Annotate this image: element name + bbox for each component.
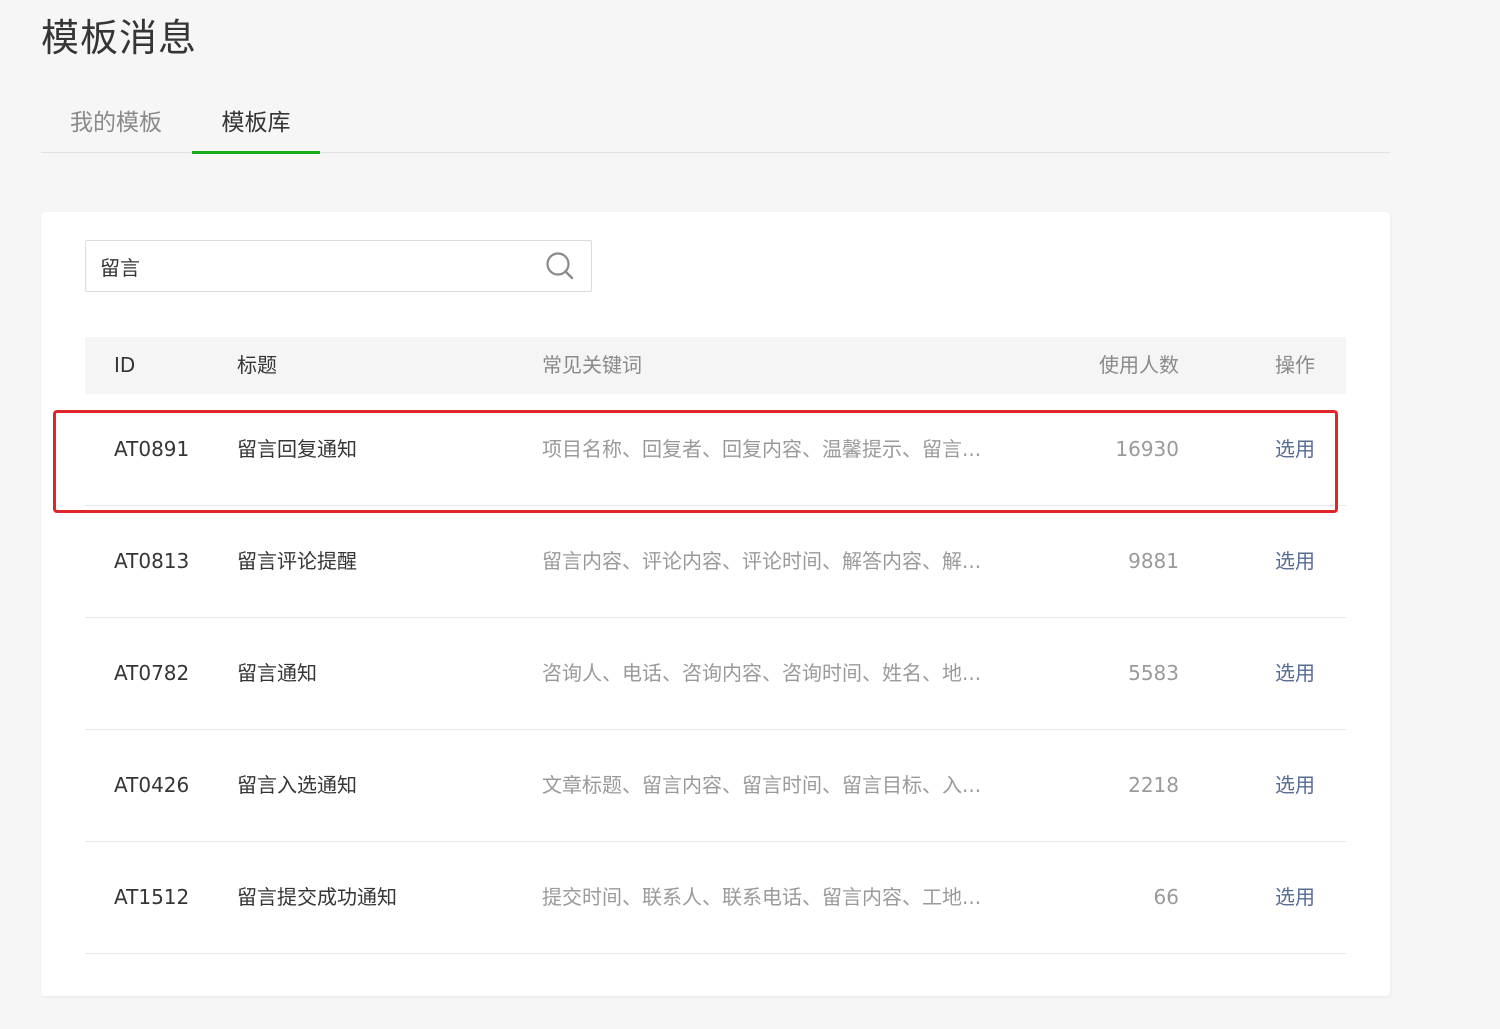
- table-header: ID 标题 常见关键词 使用人数 操作: [85, 337, 1346, 394]
- header-usage: 使用人数: [1099, 353, 1179, 377]
- table-row: AT1512 留言提交成功通知 提交时间、联系人、联系电话、留言内容、工地...…: [85, 842, 1346, 954]
- row-usage: 9881: [1128, 549, 1179, 573]
- template-library-card: ID 标题 常见关键词 使用人数 操作 AT0891 留言回复通知 项目名称、回…: [41, 212, 1390, 996]
- row-usage: 16930: [1115, 437, 1179, 461]
- row-title: 留言通知: [237, 661, 317, 685]
- page: 模板消息 我的模板 模板库 ID 标题 常见关键词 使用人数 操作 AT0891…: [0, 0, 1500, 1029]
- table-row: AT0782 留言通知 咨询人、电话、咨询内容、咨询时间、姓名、地... 558…: [85, 618, 1346, 730]
- header-title: 标题: [237, 353, 277, 377]
- row-title: 留言入选通知: [237, 773, 357, 797]
- row-usage: 2218: [1128, 773, 1179, 797]
- table-row: AT0813 留言评论提醒 留言内容、评论内容、评论时间、解答内容、解... 9…: [85, 506, 1346, 618]
- row-id: AT0426: [114, 773, 190, 797]
- row-keywords: 咨询人、电话、咨询内容、咨询时间、姓名、地...: [542, 661, 982, 685]
- search-input[interactable]: [100, 241, 530, 291]
- select-link[interactable]: 选用: [1275, 618, 1315, 729]
- select-link[interactable]: 选用: [1275, 506, 1315, 617]
- tab-bar: 我的模板 模板库: [41, 96, 1390, 154]
- tab-my-templates[interactable]: 我的模板: [51, 96, 181, 152]
- tab-template-library[interactable]: 模板库: [192, 96, 320, 154]
- row-keywords: 文章标题、留言内容、留言时间、留言目标、入...: [542, 773, 982, 797]
- header-id: ID: [114, 353, 136, 377]
- row-id: AT0782: [114, 661, 190, 685]
- row-keywords: 留言内容、评论内容、评论时间、解答内容、解...: [542, 549, 982, 573]
- template-table: ID 标题 常见关键词 使用人数 操作 AT0891 留言回复通知 项目名称、回…: [85, 337, 1346, 954]
- page-title: 模板消息: [41, 16, 198, 60]
- row-keywords: 提交时间、联系人、联系电话、留言内容、工地...: [542, 885, 982, 909]
- row-usage: 5583: [1128, 661, 1179, 685]
- row-title: 留言回复通知: [237, 437, 357, 461]
- search-icon[interactable]: [545, 251, 575, 281]
- row-title: 留言提交成功通知: [237, 885, 397, 909]
- table-row: AT0426 留言入选通知 文章标题、留言内容、留言时间、留言目标、入... 2…: [85, 730, 1346, 842]
- search-box: [85, 240, 592, 292]
- row-title: 留言评论提醒: [237, 549, 357, 573]
- header-action: 操作: [1275, 353, 1315, 377]
- select-link[interactable]: 选用: [1275, 842, 1315, 953]
- row-id: AT1512: [114, 885, 190, 909]
- table-row: AT0891 留言回复通知 项目名称、回复者、回复内容、温馨提示、留言... 1…: [85, 394, 1346, 506]
- row-id: AT0813: [114, 549, 190, 573]
- header-keywords: 常见关键词: [542, 353, 642, 377]
- select-link[interactable]: 选用: [1275, 730, 1315, 841]
- select-link[interactable]: 选用: [1275, 394, 1315, 505]
- row-usage: 66: [1153, 885, 1179, 909]
- row-id: AT0891: [114, 437, 190, 461]
- row-keywords: 项目名称、回复者、回复内容、温馨提示、留言...: [542, 437, 982, 461]
